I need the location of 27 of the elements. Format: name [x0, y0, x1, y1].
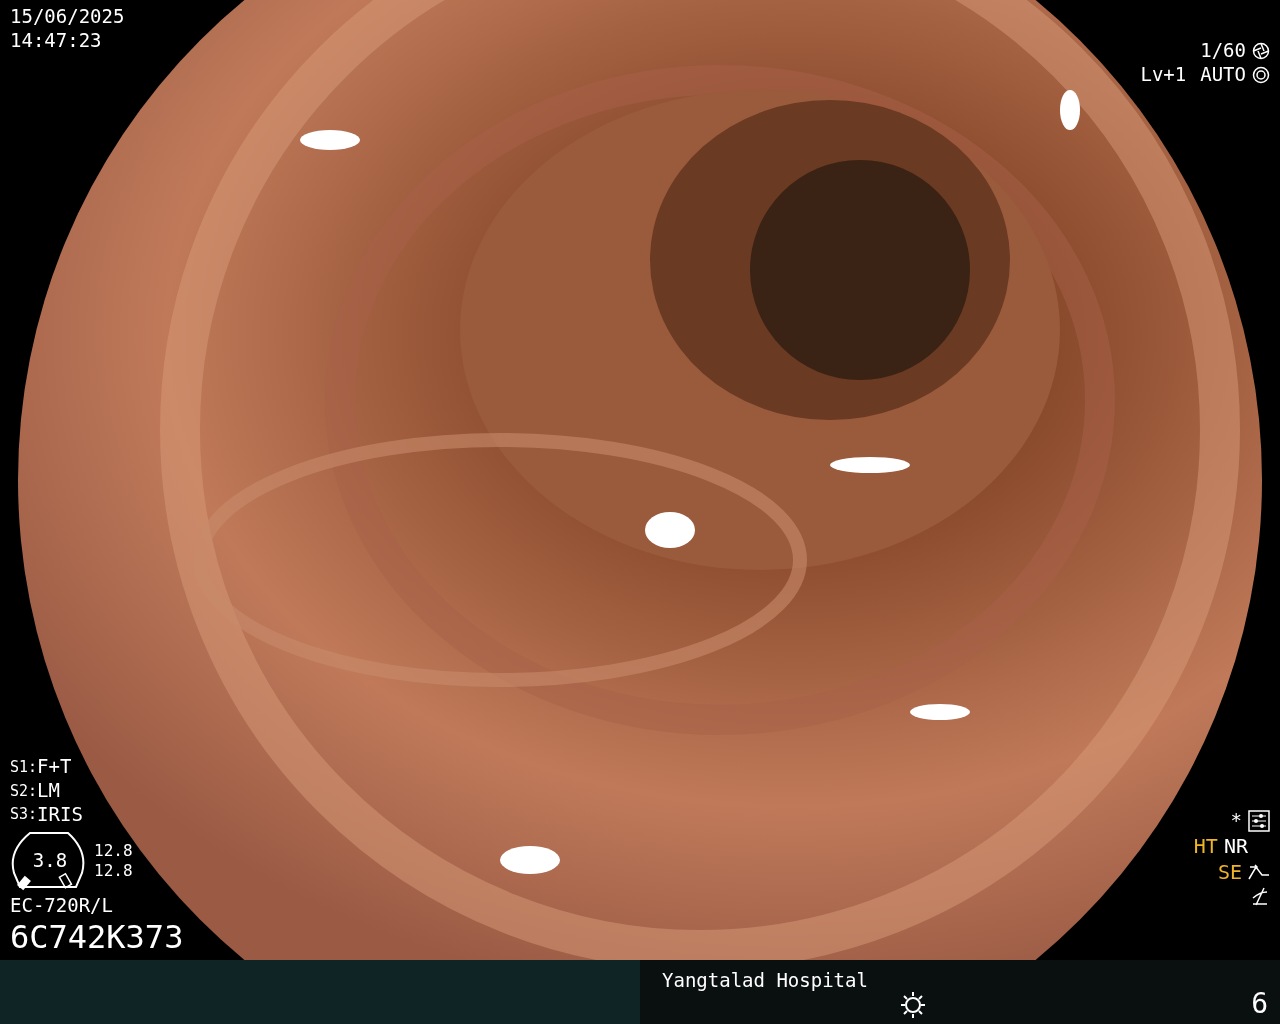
- shutter-text: 1/60: [1200, 40, 1246, 62]
- not-equal-icon: [1250, 886, 1270, 906]
- curve-icon: [1248, 863, 1270, 881]
- scope-serial: 6C742K373: [10, 919, 184, 956]
- hospital-name: Yangtalad Hospital: [662, 970, 868, 992]
- scope-model: EC-720R/L: [10, 895, 113, 918]
- switch-label: S1:: [10, 757, 38, 776]
- processing-mode: NR: [1223, 834, 1248, 858]
- time-text: 14:47:23: [10, 29, 102, 52]
- switch-value: IRIS: [37, 803, 83, 826]
- page-number: 6: [1251, 988, 1268, 1021]
- processing-mode: SE: [1217, 860, 1242, 884]
- processing-mode: HT: [1193, 834, 1218, 858]
- gauge-value: 3.8: [32, 850, 68, 873]
- switch-value: LM: [37, 779, 60, 802]
- level-text: Lv+1: [1140, 63, 1187, 86]
- switch-label: S2:: [10, 781, 38, 800]
- asterisk-text: *: [1230, 810, 1242, 832]
- gauge-reading: 12.8: [94, 841, 133, 861]
- switch-label: S3:: [10, 805, 38, 824]
- iris-text: AUTO: [1200, 63, 1246, 86]
- iris-icon: [1252, 65, 1270, 84]
- sliders-icon: [1248, 810, 1270, 832]
- date-text: 15/06/2025: [10, 6, 125, 28]
- switch-value: F+T: [37, 755, 72, 778]
- gauge-reading: 12.8: [94, 862, 133, 881]
- aperture-icon: [1252, 41, 1270, 60]
